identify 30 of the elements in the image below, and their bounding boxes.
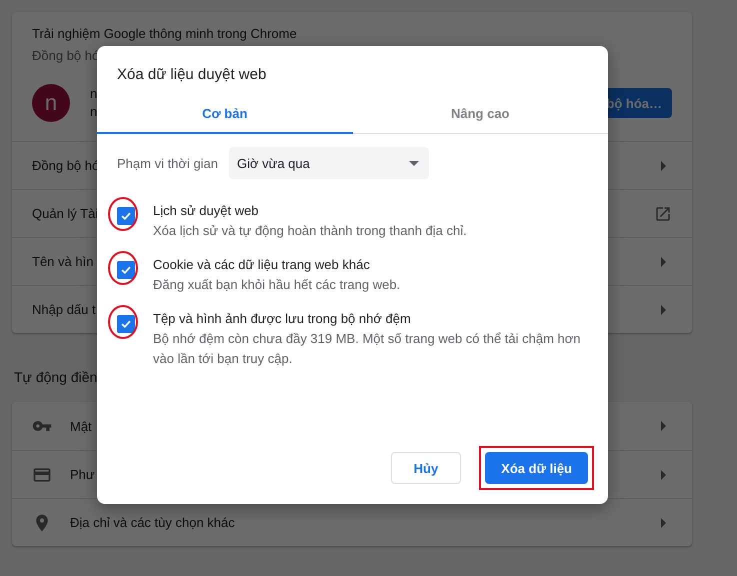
cancel-button[interactable]: Hủy	[390, 452, 462, 484]
option-title: Tệp và hình ảnh được lưu trong bộ nhớ đệm	[153, 310, 412, 328]
clear-data-button[interactable]: Xóa dữ liệu	[485, 452, 588, 484]
caret-icon[interactable]	[661, 256, 666, 266]
autofill-row-label[interactable]: Phư	[70, 467, 95, 482]
tab[interactable]: Cơ bản	[97, 98, 352, 134]
time-range-label: Phạm vi thời gian	[117, 156, 220, 170]
section-heading: Tự động điền	[14, 368, 98, 386]
time-range-dropdown[interactable]: Giờ vừa qua	[229, 147, 429, 179]
settings-row-label[interactable]: Tên và hìn	[32, 254, 94, 269]
caret-icon[interactable]	[661, 304, 666, 314]
option-description: Đăng xuất bạn khỏi hầu hết các trang web.	[153, 276, 402, 294]
account-text: n	[90, 85, 98, 103]
account-text: n	[90, 103, 98, 121]
dialog-title: Xóa dữ liệu duyệt web	[116, 65, 268, 84]
settings-row-label[interactable]: Nhập dấu t	[32, 302, 96, 317]
dropdown-caret-icon[interactable]	[409, 160, 419, 166]
external-link-icon[interactable]	[654, 204, 672, 222]
option-title: Cookie và các dữ liệu trang web khác	[153, 256, 371, 274]
caret-icon[interactable]	[661, 518, 666, 528]
option-description: Bộ nhớ đệm còn chưa đầy 319 MB. Một số trang web có thể tải chậm hơn vào lần tới bạn truy cập.	[153, 330, 582, 368]
option-description: Xóa lịch sử và tự động hoàn thành trong thanh địa chỉ.	[153, 222, 468, 240]
caret-icon[interactable]	[661, 421, 666, 431]
caret-icon[interactable]	[661, 160, 666, 170]
avatar: n	[32, 84, 70, 122]
option-title: Lịch sử duyệt web	[153, 202, 260, 220]
sync-title: Trải nghiệm Google thông minh trong Chrome	[32, 25, 298, 43]
autofill-row-label[interactable]: Địa chỉ và các tùy chọn khác	[70, 515, 235, 530]
caret-icon[interactable]	[661, 470, 666, 480]
autofill-row-label[interactable]: Mật	[70, 418, 92, 434]
